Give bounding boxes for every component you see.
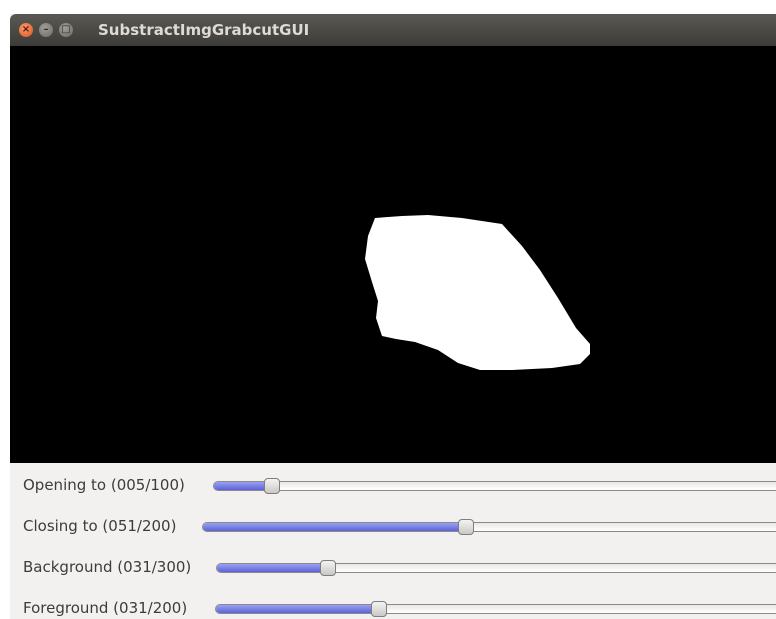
slider-thumb[interactable] xyxy=(264,478,280,494)
slider-label: Foreground (031/200) xyxy=(23,599,188,617)
slider-row-background: Background (031/300) xyxy=(10,557,776,581)
mask-image xyxy=(365,215,590,370)
foreground-mask-blob xyxy=(365,215,590,370)
slider-thumb[interactable] xyxy=(320,560,337,576)
slider-row-closing: Closing to (051/200) xyxy=(10,516,776,540)
window-title: SubstractImgGrabcutGUI xyxy=(98,21,310,39)
slider-label: Closing to (051/200) xyxy=(23,517,177,535)
slider-label: Opening to (005/100) xyxy=(23,476,185,494)
slider-fill xyxy=(203,523,466,531)
close-icon[interactable]: × xyxy=(19,23,33,37)
maximize-icon[interactable]: □ xyxy=(59,23,73,37)
slider-thumb[interactable] xyxy=(458,519,474,535)
app-window: × – □ SubstractImgGrabcutGUI Opening to … xyxy=(10,14,776,619)
slider-fill xyxy=(217,564,329,572)
slider-fill xyxy=(216,605,379,613)
opening-slider[interactable] xyxy=(213,478,776,494)
slider-row-foreground: Foreground (031/200) xyxy=(10,598,776,619)
foreground-slider[interactable] xyxy=(215,601,776,617)
closing-slider[interactable] xyxy=(202,519,776,535)
title-bar[interactable]: × – □ SubstractImgGrabcutGUI xyxy=(10,14,776,46)
slider-panel: Opening to (005/100) Closing to (051/200… xyxy=(10,463,776,619)
background-slider[interactable] xyxy=(216,560,776,576)
slider-row-opening: Opening to (005/100) xyxy=(10,475,776,499)
slider-label: Background (031/300) xyxy=(23,558,192,576)
image-view xyxy=(10,46,776,463)
slider-thumb[interactable] xyxy=(371,601,387,617)
minimize-icon[interactable]: – xyxy=(39,23,53,37)
